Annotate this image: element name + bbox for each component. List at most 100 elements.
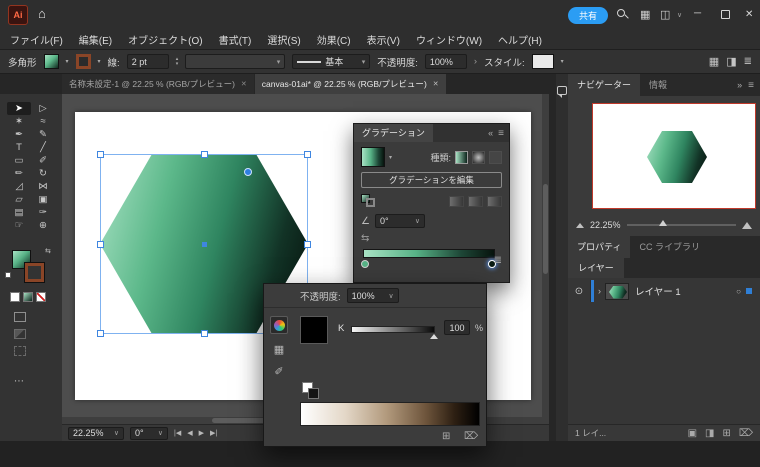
stroke-gradient-along-button[interactable] <box>468 196 483 207</box>
navigator-menu-icon[interactable]: ≡ <box>748 80 760 91</box>
comments-panel-icon[interactable] <box>557 86 567 95</box>
vertical-scrollbar[interactable] <box>542 94 549 417</box>
lasso-tool[interactable]: ≈ <box>31 115 55 128</box>
search-icon[interactable] <box>617 9 629 21</box>
k-slider-handle[interactable] <box>430 334 438 339</box>
zoom-select[interactable]: 22.25% ∨ <box>68 427 124 440</box>
gradient-swatch-caret-icon[interactable]: ▾ <box>389 154 392 161</box>
k-value-input[interactable]: 100 <box>444 320 470 335</box>
none-button[interactable] <box>36 292 46 302</box>
color-button[interactable] <box>10 292 20 302</box>
gradient-menu-icon[interactable]: ≡ <box>498 128 509 139</box>
new-layer-icon[interactable]: ⊞ <box>722 428 730 439</box>
stroke-color-swatch[interactable] <box>76 54 91 69</box>
menu-help[interactable]: ヘルプ(H) <box>498 32 542 47</box>
vertical-scrollbar-thumb[interactable] <box>543 184 548 274</box>
opacity-input[interactable]: 100% <box>425 54 467 69</box>
direct-selection-tool[interactable]: ▷ <box>31 102 55 115</box>
gradient-fill-proxy[interactable] <box>361 194 377 208</box>
rotation-select[interactable]: 0° ∨ <box>130 427 168 440</box>
rectangle-tool[interactable]: ▭ <box>7 154 31 167</box>
navigator-preview[interactable] <box>592 103 756 209</box>
layout-caret-icon[interactable]: ∨ <box>677 11 682 19</box>
tab-canvas-document[interactable]: canvas-01ai* @ 22.25 % (RGB/プレビュー) ✕ <box>255 74 446 94</box>
menu-window[interactable]: ウィンドウ(W) <box>416 32 482 47</box>
menu-type[interactable]: 書式(T) <box>219 32 252 47</box>
menu-file[interactable]: ファイル(F) <box>10 32 63 47</box>
stroke-decrease-icon[interactable]: ▾ <box>176 62 179 67</box>
touch-workspace-icon[interactable]: ▦ <box>709 55 719 68</box>
handle-s[interactable] <box>201 330 208 337</box>
handle-n[interactable] <box>201 151 208 158</box>
style-caret-icon[interactable]: ▾ <box>561 58 564 65</box>
home-icon[interactable]: ⌂ <box>38 6 46 21</box>
layer-name[interactable]: レイヤー 1 <box>629 284 681 298</box>
stroke-weight-input[interactable]: 2 pt <box>127 54 169 69</box>
rotate-tool[interactable]: ↻ <box>31 167 55 180</box>
menu-select[interactable]: 選択(S) <box>267 32 300 47</box>
gradient-stops-menu-icon[interactable]: ≣ <box>494 255 502 266</box>
opacity-chevron-icon[interactable]: › <box>474 56 477 67</box>
add-to-swatches-icon[interactable]: ⊞ <box>442 431 450 442</box>
shape-builder-tool[interactable]: ▣ <box>31 193 55 206</box>
gradient-stop-start[interactable] <box>361 260 369 268</box>
handle-e[interactable] <box>304 241 311 248</box>
panel-layout-icon[interactable]: ◫ <box>660 8 670 21</box>
width-tool[interactable]: ⋈ <box>31 180 55 193</box>
navigator-zoom-value[interactable]: 22.25% <box>590 220 621 230</box>
gradient-swatch[interactable] <box>361 147 385 167</box>
fill-caret-icon[interactable]: ▾ <box>66 58 69 65</box>
scale-tool[interactable]: ◿ <box>7 180 31 193</box>
stroke-gradient-across-button[interactable] <box>487 196 502 207</box>
menu-effect[interactable]: 効果(C) <box>317 32 351 47</box>
workspace-layout-icon[interactable]: ▦ <box>640 8 650 21</box>
minimize-button[interactable]: ─ <box>694 8 701 19</box>
swatches-panel-icon[interactable]: ▦ <box>274 343 284 356</box>
gradient-slider-bar[interactable] <box>363 249 495 258</box>
zoom-in-icon[interactable] <box>742 222 752 229</box>
tab-canvas-close-icon[interactable]: ✕ <box>433 80 439 88</box>
tab-info[interactable]: 情報 <box>640 74 676 96</box>
magic-wand-tool[interactable]: ✶ <box>7 115 31 128</box>
draw-behind-button[interactable] <box>14 329 26 339</box>
layer-expand-icon[interactable]: › <box>594 286 605 296</box>
menu-object[interactable]: オブジェクト(O) <box>128 32 202 47</box>
artboard-prev-button[interactable]: ◀ <box>187 429 192 437</box>
pencil-tool[interactable]: ✏ <box>7 167 31 180</box>
reverse-gradient-icon[interactable]: ⇆ <box>361 233 369 244</box>
tab-layers[interactable]: レイヤー <box>568 258 624 278</box>
layer-thumbnail[interactable] <box>605 283 629 300</box>
variable-width-profile-select[interactable]: ▾ <box>185 54 285 69</box>
gradient-tool[interactable]: ▤ <box>7 206 31 219</box>
fill-color-swatch[interactable] <box>44 54 59 69</box>
handle-sw[interactable] <box>97 330 104 337</box>
menu-view[interactable]: 表示(V) <box>367 32 400 47</box>
layer-row[interactable]: ⊙ › レイヤー 1 ○ <box>568 280 760 302</box>
tab-untitled-close-icon[interactable]: ✕ <box>241 80 247 88</box>
brush-definition-select[interactable]: 基本 ▾ <box>292 54 370 69</box>
default-colors-icon[interactable] <box>5 272 11 278</box>
eyedropper-icon[interactable]: ✐ <box>274 365 283 378</box>
app-icon[interactable]: Ai <box>8 5 28 25</box>
artboard-first-button[interactable]: |◀ <box>174 429 181 437</box>
handle-w[interactable] <box>97 241 104 248</box>
menu-edit[interactable]: 編集(E) <box>79 32 112 47</box>
stop-opacity-select[interactable]: 100% ∨ <box>347 288 399 303</box>
gradient-button[interactable] <box>23 292 33 302</box>
k-channel-slider[interactable] <box>351 326 435 333</box>
share-button[interactable]: 共有 <box>568 7 608 24</box>
tab-untitled-document[interactable]: 名称未設定-1 @ 22.25 % (RGB/プレビュー) ✕ <box>62 74 254 94</box>
delete-color-icon[interactable]: ⌦ <box>464 431 478 442</box>
tab-cc-libraries[interactable]: CC ライブラリ <box>630 236 709 258</box>
gradient-angle-select[interactable]: 0° ∨ <box>375 214 425 228</box>
handle-nw[interactable] <box>97 151 104 158</box>
draw-inside-button[interactable] <box>14 346 26 356</box>
paintbrush-tool[interactable]: ✐ <box>31 154 55 167</box>
color-panel-icon[interactable] <box>270 316 288 334</box>
line-segment-tool[interactable]: ╱ <box>31 141 55 154</box>
swap-fill-stroke-icon[interactable]: ⇆ <box>45 247 51 255</box>
close-button[interactable]: ✕ <box>745 9 753 20</box>
handle-ne[interactable] <box>304 151 311 158</box>
mini-stroke-proxy[interactable] <box>308 388 319 399</box>
hand-tool[interactable]: ☞ <box>7 219 31 232</box>
